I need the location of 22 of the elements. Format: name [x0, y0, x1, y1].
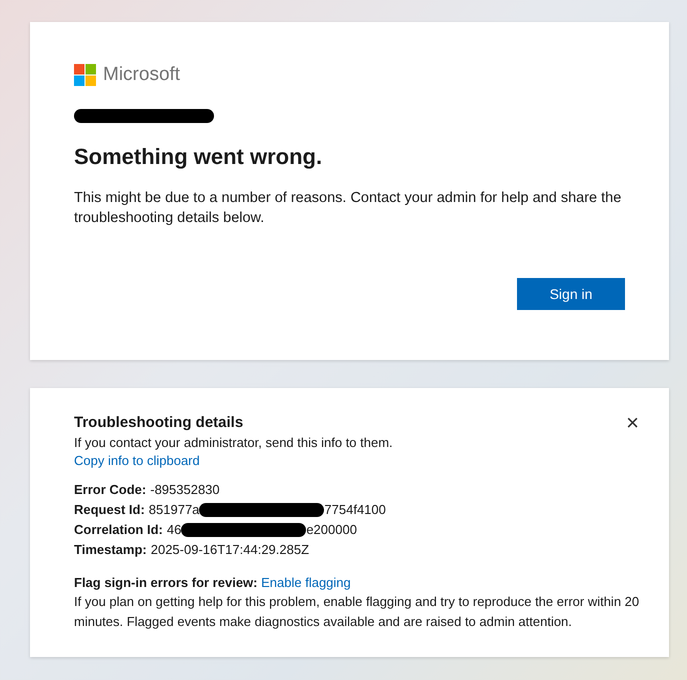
detail-value: 851977a — [148, 502, 200, 517]
detail-value: 2025-09-16T17:44:29.285Z — [150, 542, 310, 557]
detail-value: 46 — [166, 522, 182, 537]
detail-label: Error Code: — [74, 482, 146, 497]
four-squares-logo-icon — [74, 64, 96, 86]
detail-label: Timestamp: — [74, 542, 147, 557]
detail-value: 7754f4100 — [324, 502, 386, 517]
detail-value: -895352830 — [150, 482, 220, 497]
flagging-note: If you plan on getting help for this problem, enable flagging and try to reproduce the error within 20 minutes. Flagged events make diagnostics available and are raised to admin attention. — [74, 593, 640, 631]
flag-label: Flag sign-in errors for review: — [74, 575, 258, 590]
logo-wordmark: Microsoft — [103, 64, 180, 86]
close-button[interactable]: × — [626, 412, 639, 434]
sign-in-button[interactable]: Sign in — [517, 278, 625, 310]
copy-link[interactable]: Copy info to clipboard — [74, 453, 200, 468]
detail-value: e200000 — [306, 522, 357, 537]
error-message: This might be due to a number of reasons. Contact your admin for help and share the troubleshooting details below. — [74, 189, 622, 228]
instruction-text: If you contact your administrator, send this info to them. — [74, 435, 394, 450]
detail-label: Correlation Id: — [74, 522, 163, 537]
enable-flagging-link[interactable]: Enable flagging — [261, 575, 351, 590]
troubleshooting-title: Troubleshooting details — [74, 414, 244, 431]
error-title: Something went wrong. — [74, 144, 324, 170]
detail-label: Request Id: — [74, 502, 145, 517]
